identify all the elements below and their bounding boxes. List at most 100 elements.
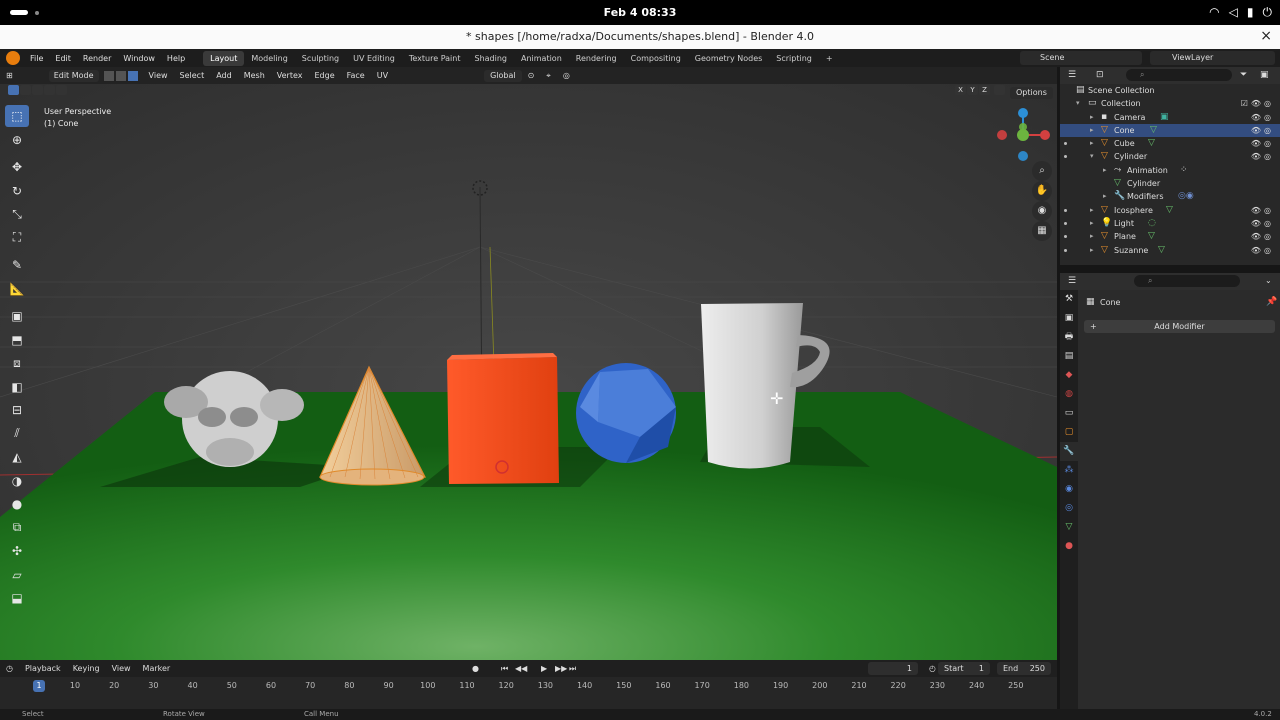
viewport-menu-mesh[interactable]: Mesh <box>238 71 271 80</box>
visibility-icons[interactable]: 👁◎ <box>1251 204 1274 217</box>
expand-chevron-icon[interactable]: ▸ <box>1090 217 1094 230</box>
area-divider-horizontal[interactable] <box>1060 265 1280 273</box>
select-intersect-icon[interactable] <box>56 85 67 95</box>
menu-window[interactable]: Window <box>117 54 161 63</box>
rotate-tool-icon[interactable]: ↻ <box>5 180 29 202</box>
world-tab-icon[interactable]: ◍ <box>1060 385 1078 404</box>
outliner-editor-icon[interactable]: ☰ <box>1068 70 1076 80</box>
properties-editor-icon[interactable]: ☰ <box>1068 276 1076 286</box>
jump-end-icon[interactable]: ⏭ <box>563 664 582 674</box>
menu-file[interactable]: File <box>24 54 49 63</box>
select-box-tool-icon[interactable]: ⬚ <box>5 105 29 127</box>
particles-tab-icon[interactable]: ⁂ <box>1060 461 1078 480</box>
vertex-select-icon[interactable] <box>102 69 115 82</box>
edge-select-icon[interactable] <box>114 69 127 82</box>
volume-icon[interactable]: ◁ <box>1229 5 1238 20</box>
record-icon[interactable]: ● <box>466 664 485 673</box>
material-tab-icon[interactable]: ● <box>1060 537 1078 556</box>
shear-tool-icon[interactable]: ▱ <box>5 564 29 586</box>
annotate-tool-icon[interactable]: ✎ <box>5 254 29 276</box>
axis-z-toggle[interactable]: Z <box>979 85 990 95</box>
wifi-icon[interactable]: ◠ <box>1209 5 1219 20</box>
camera-view-icon[interactable]: ◉ <box>1032 201 1052 221</box>
proportional-edit-icon[interactable]: ◎ <box>557 71 576 80</box>
measure-tool-icon[interactable]: 📐 <box>5 278 29 300</box>
spin-tool-icon[interactable]: ◑ <box>5 470 29 492</box>
zoom-icon[interactable]: ⌕ <box>1032 161 1052 181</box>
timeline-menu-marker[interactable]: Marker <box>137 664 177 673</box>
outliner-item-animation[interactable]: ▸ ⤳ Animation ⁘ <box>1060 164 1280 177</box>
view-layer-tab-icon[interactable]: ▤ <box>1060 347 1078 366</box>
add-cube-tool-icon[interactable]: ▣ <box>5 305 29 327</box>
outliner-item-camera[interactable]: ▸ ▪ Camera ▣ 👁◎ <box>1060 111 1280 124</box>
knife-tool-icon[interactable]: ⫽ <box>5 423 29 445</box>
outliner-scene-collection[interactable]: ▤ Scene Collection <box>1060 84 1280 97</box>
tab-layout[interactable]: Layout <box>203 50 245 66</box>
viewport-menu-face[interactable]: Face <box>341 71 371 80</box>
add-modifier-button[interactable]: + Add Modifier <box>1084 320 1275 333</box>
transform-tool-icon[interactable]: ⛶ <box>5 227 29 249</box>
viewport-menu-add[interactable]: Add <box>210 71 238 80</box>
timeline-scrubber[interactable]: 1 10 20 30 40 50 60 70 80 90 100 110 120 130 140 150 16… <box>0 677 1057 709</box>
rip-region-tool-icon[interactable]: ⬓ <box>5 587 29 609</box>
mode-selector[interactable]: Edit Mode <box>48 69 99 82</box>
properties-search-input[interactable]: ⌕ <box>1134 275 1240 287</box>
expand-chevron-icon[interactable]: ▸ <box>1090 124 1094 137</box>
timeline-menu-keying[interactable]: Keying <box>67 664 106 673</box>
tab-modeling[interactable]: Modeling <box>244 51 294 66</box>
options-dropdown[interactable]: Options <box>1010 87 1053 99</box>
axis-y-toggle[interactable]: Y <box>967 85 978 95</box>
outliner-item-suzanne[interactable]: ▸ ▽ Suzanne ▽ 👁◎ <box>1060 244 1280 257</box>
viewport-menu-edge[interactable]: Edge <box>309 71 341 80</box>
power-icon[interactable]: ⏻ <box>1263 5 1273 20</box>
select-difference-icon[interactable] <box>44 85 55 95</box>
playhead[interactable]: 1 <box>33 680 45 692</box>
face-select-icon[interactable] <box>126 69 139 82</box>
add-workspace-icon[interactable]: + <box>819 51 840 66</box>
menu-edit[interactable]: Edit <box>49 54 77 63</box>
visibility-icons[interactable]: 👁◎ <box>1251 111 1274 124</box>
pin-icon[interactable]: 📌 <box>1266 297 1277 307</box>
outliner-item-light[interactable]: ▸ 💡 Light ◌ 👁◎ <box>1060 217 1280 230</box>
loop-cut-tool-icon[interactable]: ⊟ <box>5 399 29 421</box>
new-collection-icon[interactable]: ▣ <box>1260 70 1269 80</box>
blender-logo-icon[interactable] <box>6 51 20 65</box>
shrink-fatten-tool-icon[interactable]: ✣ <box>5 540 29 562</box>
expand-chevron-icon[interactable]: ▸ <box>1103 190 1107 203</box>
tab-scripting[interactable]: Scripting <box>769 51 819 66</box>
smooth-tool-icon[interactable]: ● <box>5 493 29 515</box>
outliner-item-cylinder-mesh[interactable]: ▽ Cylinder <box>1060 177 1280 190</box>
workspace-dot[interactable] <box>35 11 39 15</box>
timeline-editor-icon[interactable]: ◷ <box>0 664 19 673</box>
chevron-down-icon[interactable]: ⌄ <box>1265 276 1272 285</box>
outliner-item-cylinder[interactable]: ▾ ▽ Cylinder 👁◎ <box>1060 150 1280 163</box>
poly-build-tool-icon[interactable]: ◭ <box>5 446 29 468</box>
visibility-icons[interactable]: 👁◎ <box>1251 244 1274 257</box>
tool-tab-icon[interactable]: ⚒ <box>1060 290 1078 309</box>
outliner-item-cube[interactable]: ▸ ▽ Cube ▽ 👁◎ <box>1060 137 1280 150</box>
perspective-toggle-icon[interactable]: ▦ <box>1032 221 1052 241</box>
system-clock[interactable]: Feb 4 08:33 <box>560 6 720 19</box>
tab-texture-paint[interactable]: Texture Paint <box>402 51 468 66</box>
activities-indicator[interactable] <box>10 10 28 15</box>
viewport-menu-vertex[interactable]: Vertex <box>271 71 309 80</box>
tab-compositing[interactable]: Compositing <box>624 51 688 66</box>
visibility-icons[interactable]: 👁◎ <box>1251 230 1274 243</box>
scene-tab-icon[interactable]: ◆ <box>1060 366 1078 385</box>
start-frame-field[interactable]: Start 1 <box>938 662 990 675</box>
physics-tab-icon[interactable]: ◉ <box>1060 480 1078 499</box>
pivot-icon[interactable]: ⊙ <box>522 71 541 80</box>
pan-hand-icon[interactable]: ✋ <box>1032 181 1052 201</box>
expand-chevron-icon[interactable]: ▸ <box>1090 204 1094 217</box>
tab-sculpting[interactable]: Sculpting <box>295 51 346 66</box>
timeline-menu-playback[interactable]: Playback <box>19 664 67 673</box>
outliner-item-plane[interactable]: ▸ ▽ Plane ▽ 👁◎ <box>1060 230 1280 243</box>
system-tray[interactable]: ◠ ◁ ▮ ⏻ <box>1209 5 1272 20</box>
axis-x-toggle[interactable]: X <box>955 85 966 95</box>
edge-slide-tool-icon[interactable]: ⧉ <box>5 517 29 539</box>
select-subtract-icon[interactable] <box>32 85 43 95</box>
constraints-tab-icon[interactable]: ◎ <box>1060 499 1078 518</box>
current-frame-field[interactable]: 1 <box>868 662 918 675</box>
render-tab-icon[interactable]: ▣ <box>1060 309 1078 328</box>
expand-chevron-icon[interactable]: ▸ <box>1090 111 1094 124</box>
